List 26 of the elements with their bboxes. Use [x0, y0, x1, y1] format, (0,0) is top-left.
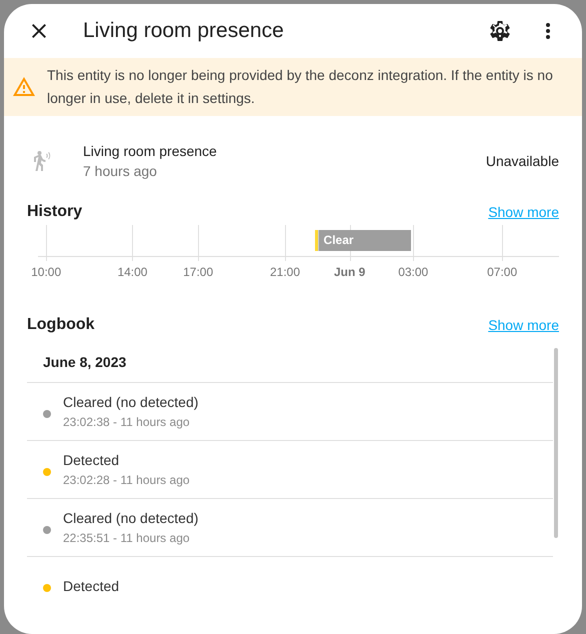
entry-message[interactable]: Cleared (no detected) — [63, 392, 198, 412]
warning-icon — [12, 75, 36, 99]
entity-name: Living room presence — [83, 142, 218, 161]
axis-label: 07:00 — [487, 265, 518, 279]
entry-time: 22:35:51 - 11 hours ago — [63, 530, 191, 546]
entry-message[interactable]: Detected — [63, 576, 120, 596]
axis-label: Jun 9 — [334, 265, 366, 279]
scrollbar[interactable] — [554, 348, 558, 538]
axis-label: 14:00 — [117, 265, 148, 279]
section-title: History — [27, 203, 82, 221]
state-bar: Clear — [318, 230, 412, 251]
section-title: Logbook — [27, 316, 95, 334]
axis-label: 17:00 — [183, 265, 214, 279]
entity-state: Unavailable — [486, 153, 559, 169]
axis-label: 10:00 — [31, 265, 62, 279]
settings-icon[interactable] — [488, 19, 512, 43]
axis-label: 03:00 — [398, 265, 428, 279]
entry-message[interactable]: Detected — [63, 450, 190, 470]
dialog-title: Living room presence — [83, 19, 285, 43]
warning-text: This entity is no longer being provided by the deconz integration. If the entity is no longer in use, delete it in settings. — [47, 66, 554, 108]
entry-time: 23:02:38 - 11 hours ago — [63, 414, 191, 430]
entry-message[interactable]: Cleared (no detected) — [63, 508, 198, 528]
last-changed-text: 7 hours ago — [83, 162, 158, 181]
entry-time: 23:02:28 - 11 hours ago — [63, 472, 190, 488]
date-heading: June 8, 2023 — [27, 348, 553, 383]
axis-label: 21:00 — [270, 265, 300, 279]
